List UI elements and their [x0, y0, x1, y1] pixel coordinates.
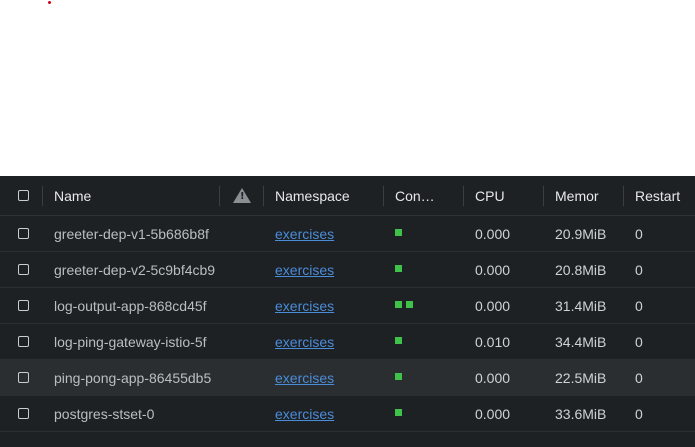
cpu-value: 0.000: [475, 261, 511, 278]
cpu-value: 0.000: [475, 225, 511, 242]
column-header-name[interactable]: Name: [54, 176, 219, 215]
blank-top-area: [0, 0, 695, 176]
pod-name: greeter-dep-v1-5b686b8f: [54, 225, 209, 242]
containers-cell: [395, 288, 455, 323]
column-header-containers[interactable]: Con…: [395, 176, 455, 215]
containers-cell: [395, 324, 455, 359]
column-divider[interactable]: [383, 186, 384, 206]
column-divider[interactable]: [463, 186, 464, 206]
restarts-value: 0: [635, 405, 643, 422]
namespace-link[interactable]: exercises: [275, 262, 334, 278]
table-row[interactable]: greeter-dep-v2-5c9bf4cb9 exercises 0.000 20…: [0, 252, 695, 288]
containers-cell: [395, 216, 455, 251]
pod-name: log-output-app-868cd45f: [54, 297, 207, 314]
containers-cell: [395, 396, 455, 431]
column-divider[interactable]: [219, 186, 220, 206]
namespace-cell: exercises: [275, 324, 375, 359]
row-checkbox-cell[interactable]: [18, 324, 34, 359]
memory-value: 20.9MiB: [555, 225, 607, 242]
cpu-value: 0.000: [475, 369, 511, 386]
column-header-restarts[interactable]: Restart: [635, 176, 695, 215]
restarts-value: 0: [635, 225, 643, 242]
row-checkbox[interactable]: [18, 408, 29, 419]
memory-value: 34.4MiB: [555, 333, 607, 350]
row-checkbox-cell[interactable]: [18, 216, 34, 251]
container-status-indicator[interactable]: [395, 301, 402, 308]
row-checkbox-cell[interactable]: [18, 252, 34, 287]
table-row[interactable]: ping-pong-app-86455db5 exercises 0.000 22.5…: [0, 360, 695, 396]
column-header-warnings[interactable]: [232, 176, 252, 215]
row-checkbox-cell[interactable]: [18, 360, 34, 395]
table-header-row: Name Namespace Con… CPU Memor Restart: [0, 176, 695, 216]
row-checkbox[interactable]: [18, 336, 29, 347]
namespace-cell: exercises: [275, 252, 375, 287]
column-divider[interactable]: [263, 186, 264, 206]
memory-value: 33.6MiB: [555, 405, 607, 422]
container-status-indicator[interactable]: [395, 409, 402, 416]
row-checkbox-cell[interactable]: [18, 396, 34, 431]
namespace-link[interactable]: exercises: [275, 370, 334, 386]
memory-value: 31.4MiB: [555, 297, 607, 314]
table-row[interactable]: log-ping-gateway-istio-5f exercises 0.010 3…: [0, 324, 695, 360]
select-all-checkbox[interactable]: [18, 190, 29, 201]
restarts-value: 0: [635, 297, 643, 314]
namespace-cell: exercises: [275, 216, 375, 251]
cpu-value: 0.000: [475, 297, 511, 314]
restarts-value: 0: [635, 261, 643, 278]
table-row[interactable]: greeter-dep-v1-5b686b8f exercises 0.000 20.…: [0, 216, 695, 252]
restarts-value: 0: [635, 369, 643, 386]
cpu-value: 0.010: [475, 333, 511, 350]
table-row[interactable]: log-output-app-868cd45f exercises 0.000 31.…: [0, 288, 695, 324]
pod-name: log-ping-gateway-istio-5f: [54, 333, 207, 350]
pods-table: Name Namespace Con… CPU Memor Restart gr…: [0, 176, 695, 447]
cpu-value: 0.000: [475, 405, 511, 422]
memory-value: 20.8MiB: [555, 261, 607, 278]
pod-name: greeter-dep-v2-5c9bf4cb9: [54, 261, 216, 278]
row-checkbox[interactable]: [18, 372, 29, 383]
column-header-namespace[interactable]: Namespace: [275, 176, 375, 215]
row-checkbox[interactable]: [18, 264, 29, 275]
namespace-link[interactable]: exercises: [275, 406, 334, 422]
column-divider[interactable]: [42, 186, 43, 206]
namespace-cell: exercises: [275, 396, 375, 431]
namespace-link[interactable]: exercises: [275, 226, 334, 242]
warning-triangle-icon: [233, 188, 251, 203]
restarts-value: 0: [635, 333, 643, 350]
container-status-indicator[interactable]: [395, 337, 402, 344]
container-status-indicator[interactable]: [395, 373, 402, 380]
namespace-cell: exercises: [275, 288, 375, 323]
namespace-cell: exercises: [275, 360, 375, 395]
container-status-indicator[interactable]: [406, 301, 413, 308]
row-checkbox[interactable]: [18, 300, 29, 311]
column-divider[interactable]: [623, 186, 624, 206]
column-header-memory[interactable]: Memor: [555, 176, 615, 215]
pod-name: ping-pong-app-86455db5: [54, 369, 212, 386]
pod-name: postgres-stset-0: [54, 405, 155, 422]
namespace-link[interactable]: exercises: [275, 334, 334, 350]
table-row[interactable]: postgres-stset-0 exercises 0.000 33.6MiB 0: [0, 396, 695, 432]
column-divider[interactable]: [543, 186, 544, 206]
column-header-cpu[interactable]: CPU: [475, 176, 535, 215]
namespace-link[interactable]: exercises: [275, 298, 334, 314]
container-status-indicator[interactable]: [395, 265, 402, 272]
container-status-indicator[interactable]: [395, 229, 402, 236]
select-all-checkbox-cell[interactable]: [18, 176, 34, 215]
row-checkbox-cell[interactable]: [18, 288, 34, 323]
row-checkbox[interactable]: [18, 228, 29, 239]
containers-cell: [395, 252, 455, 287]
red-dot-marker: [48, 1, 51, 4]
containers-cell: [395, 360, 455, 395]
memory-value: 22.5MiB: [555, 369, 607, 386]
